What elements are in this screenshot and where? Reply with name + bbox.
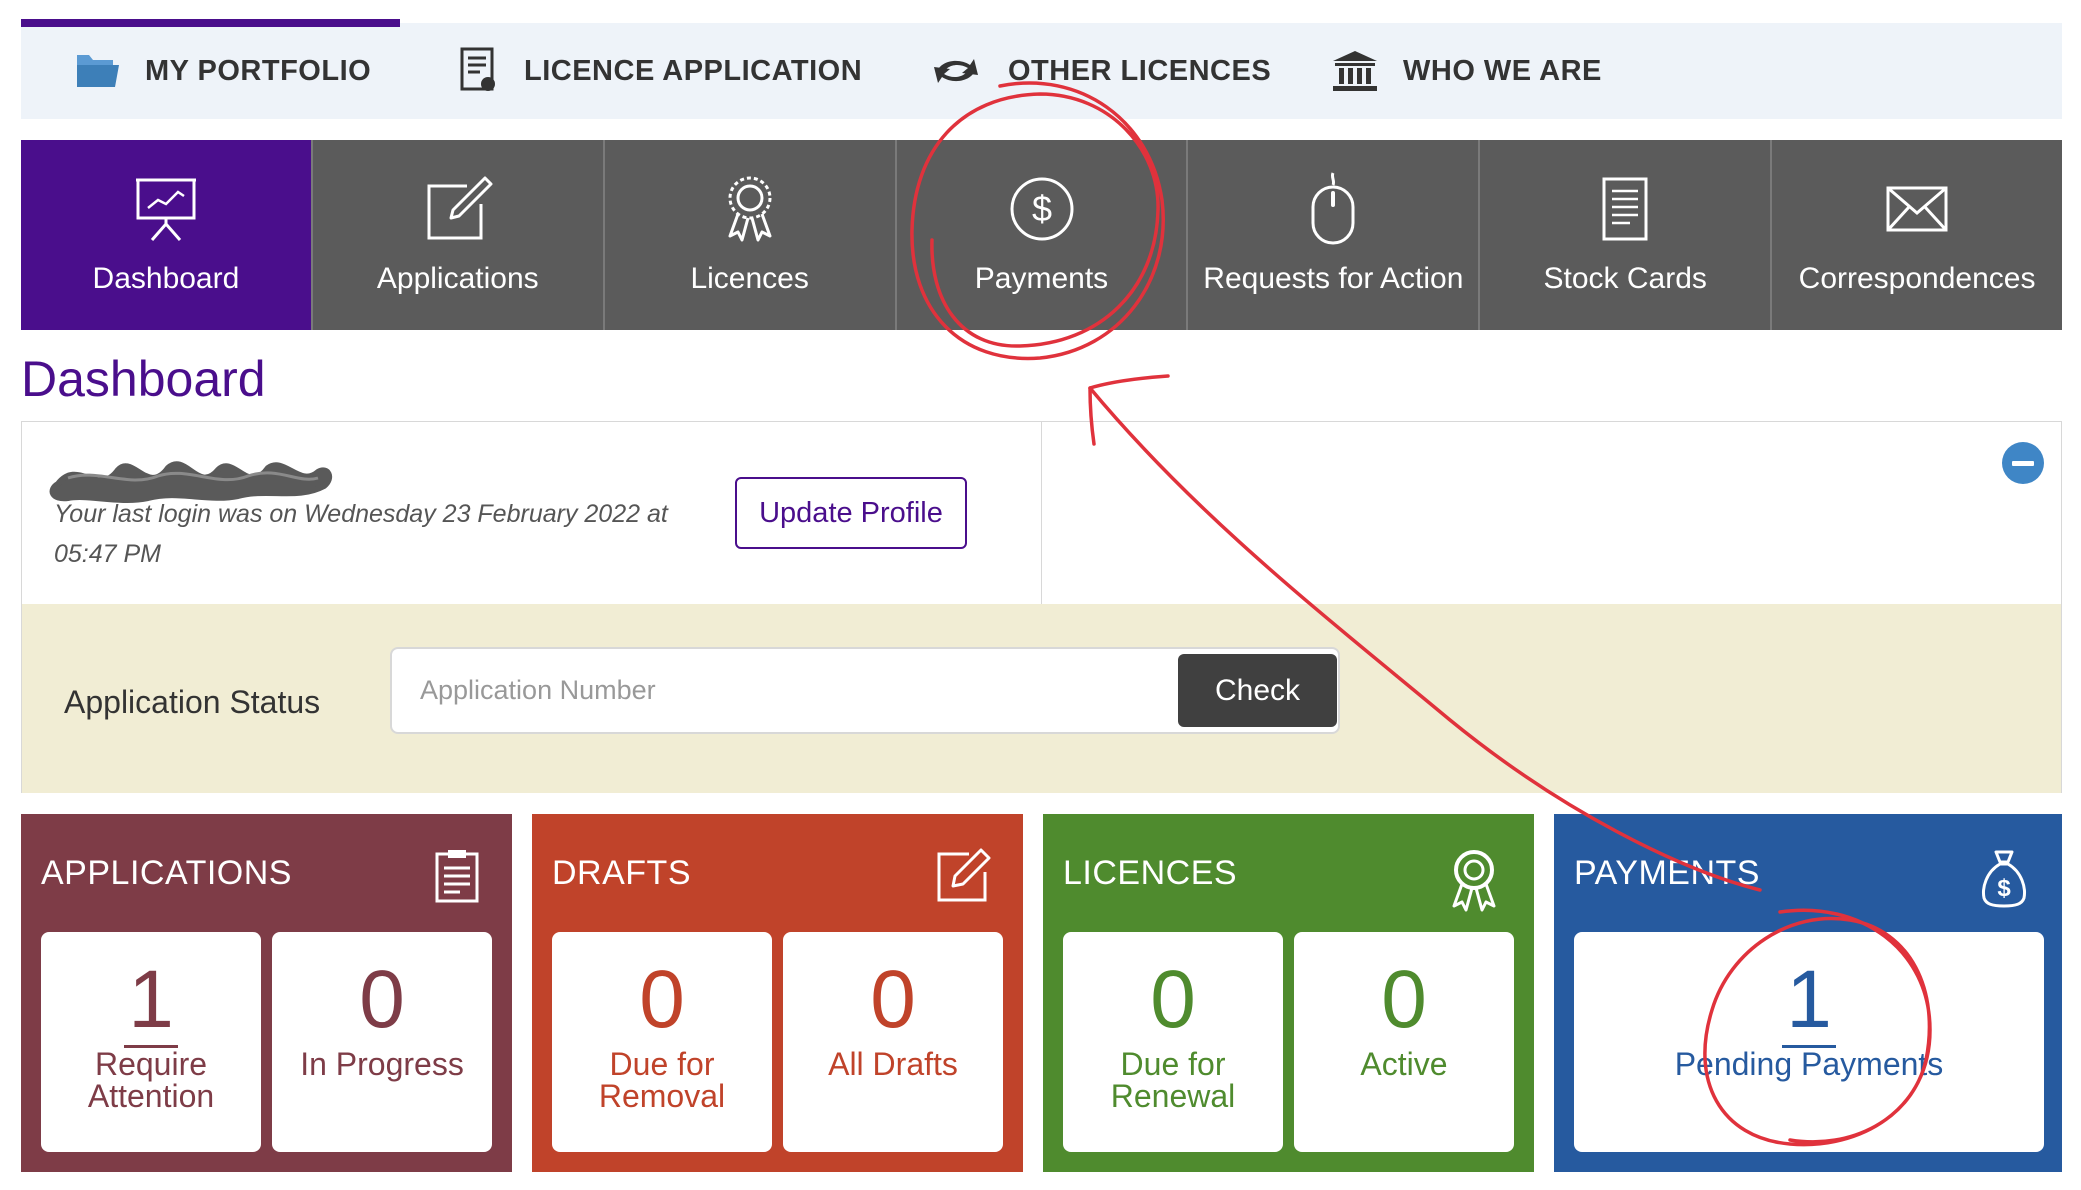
- top-navigation: MY PORTFOLIO LICENCE APPLICATION OTHER L…: [21, 19, 2062, 119]
- document-icon: [460, 47, 495, 91]
- card-title: DRAFTS: [552, 854, 691, 892]
- tile-label: Dashboard: [92, 262, 240, 295]
- application-status-form: Check: [390, 647, 1340, 734]
- tile-licences[interactable]: Licences: [605, 140, 897, 330]
- profile-panel: Your last login was on Wednesday 23 Febr…: [21, 421, 2062, 793]
- stat-label: Require Attention: [87, 1046, 215, 1114]
- last-login-text: Your last login was on Wednesday 23 Febr…: [54, 500, 668, 568]
- page-title: Dashboard: [21, 351, 266, 407]
- stat-label: In Progress: [300, 1046, 464, 1082]
- update-profile-button[interactable]: Update Profile: [735, 477, 967, 549]
- edit-icon: [427, 176, 493, 240]
- tile-stock-cards[interactable]: Stock Cards: [1480, 140, 1773, 330]
- tile-applications[interactable]: Applications: [313, 140, 605, 330]
- stat-value: 1: [1574, 950, 2044, 1050]
- module-tile-bar: Dashboard Applications Licences $ Paymen…: [21, 140, 2062, 330]
- check-button[interactable]: Check: [1178, 654, 1337, 727]
- stat-label: Active: [1360, 1046, 1448, 1082]
- stat-value: 1: [41, 950, 261, 1050]
- topnav-label: LICENCE APPLICATION: [524, 54, 863, 87]
- institution-icon: [1333, 51, 1377, 91]
- tile-label: Requests for Action: [1203, 262, 1464, 295]
- application-number-input[interactable]: [392, 649, 1172, 732]
- tile-correspondences[interactable]: Correspondences: [1772, 140, 2062, 330]
- require-attention-stat[interactable]: 1 Require Attention: [41, 932, 261, 1152]
- tile-payments[interactable]: $ Payments: [897, 140, 1189, 330]
- award-icon: [1452, 850, 1496, 912]
- edit-icon: [937, 848, 991, 902]
- folder-icon: [77, 55, 119, 87]
- tile-requests-for-action[interactable]: Requests for Action: [1188, 140, 1481, 330]
- applications-card: APPLICATIONS 1 Require Attention 0 In Pr…: [21, 814, 512, 1172]
- topnav-other-licences[interactable]: OTHER LICENCES: [928, 23, 1271, 119]
- stat-label: Pending Payments: [1674, 1046, 1944, 1082]
- application-status-section: Application Status Check: [22, 604, 2061, 793]
- topnav-who-we-are[interactable]: WHO WE ARE: [1331, 23, 1602, 119]
- tile-label: Licences: [690, 262, 809, 295]
- drafts-card: DRAFTS 0 Due for Removal 0 All Drafts: [532, 814, 1023, 1172]
- presentation-icon: [135, 178, 196, 241]
- card-title: APPLICATIONS: [41, 854, 292, 892]
- award-icon: [728, 176, 772, 242]
- topnav-licence-application[interactable]: LICENCE APPLICATION: [458, 23, 862, 119]
- stat-value: 0: [1381, 954, 1427, 1045]
- envelope-icon: [1886, 186, 1948, 232]
- stat-value: 0: [1150, 954, 1196, 1045]
- money-bag-icon: $: [1982, 850, 2026, 908]
- dollar-icon: $: [1010, 177, 1073, 241]
- minus-icon: [2012, 460, 2034, 466]
- all-drafts-stat[interactable]: 0 All Drafts: [783, 932, 1003, 1152]
- stat-label: Due for Removal: [598, 1046, 726, 1114]
- tile-label: Applications: [376, 262, 539, 295]
- card-title: PAYMENTS: [1574, 854, 1760, 892]
- in-progress-stat[interactable]: 0 In Progress: [272, 932, 492, 1152]
- arrows-icon: [934, 59, 978, 83]
- topnav-my-portfolio[interactable]: MY PORTFOLIO: [75, 23, 371, 119]
- topnav-label: OTHER LICENCES: [1008, 54, 1272, 87]
- stat-label: Due for Renewal: [1110, 1046, 1236, 1114]
- tile-label: Stock Cards: [1543, 262, 1707, 295]
- tile-label: Correspondences: [1798, 262, 2036, 295]
- payments-card: PAYMENTS $ 1 Pending Payments: [1554, 814, 2062, 1172]
- stat-value: 0: [870, 954, 916, 1045]
- tile-label: Payments: [974, 262, 1109, 295]
- svg-text:$: $: [1031, 188, 1051, 229]
- stat-label: All Drafts: [828, 1046, 958, 1082]
- application-status-label: Application Status: [64, 684, 321, 720]
- mouse-icon: [1311, 172, 1355, 245]
- pending-payments-stat[interactable]: 1 Pending Payments: [1574, 932, 2044, 1152]
- topnav-label: WHO WE ARE: [1403, 54, 1602, 87]
- card-title: LICENCES: [1063, 854, 1238, 892]
- licences-card: LICENCES 0 Due for Renewal 0 Active: [1043, 814, 1534, 1172]
- due-for-removal-stat[interactable]: 0 Due for Removal: [552, 932, 772, 1152]
- clipboard-icon: [435, 850, 479, 903]
- tile-dashboard[interactable]: Dashboard: [21, 140, 313, 330]
- profile-summary: Your last login was on Wednesday 23 Febr…: [22, 422, 1042, 604]
- list-document-icon: [1602, 177, 1648, 241]
- due-for-renewal-stat[interactable]: 0 Due for Renewal: [1063, 932, 1283, 1152]
- stat-value: 0: [639, 954, 685, 1045]
- active-stat[interactable]: 0 Active: [1294, 932, 1514, 1152]
- svg-text:$: $: [1997, 875, 2011, 902]
- collapse-panel-button[interactable]: [2002, 442, 2044, 484]
- topnav-label: MY PORTFOLIO: [145, 54, 372, 87]
- stat-value: 0: [359, 954, 405, 1045]
